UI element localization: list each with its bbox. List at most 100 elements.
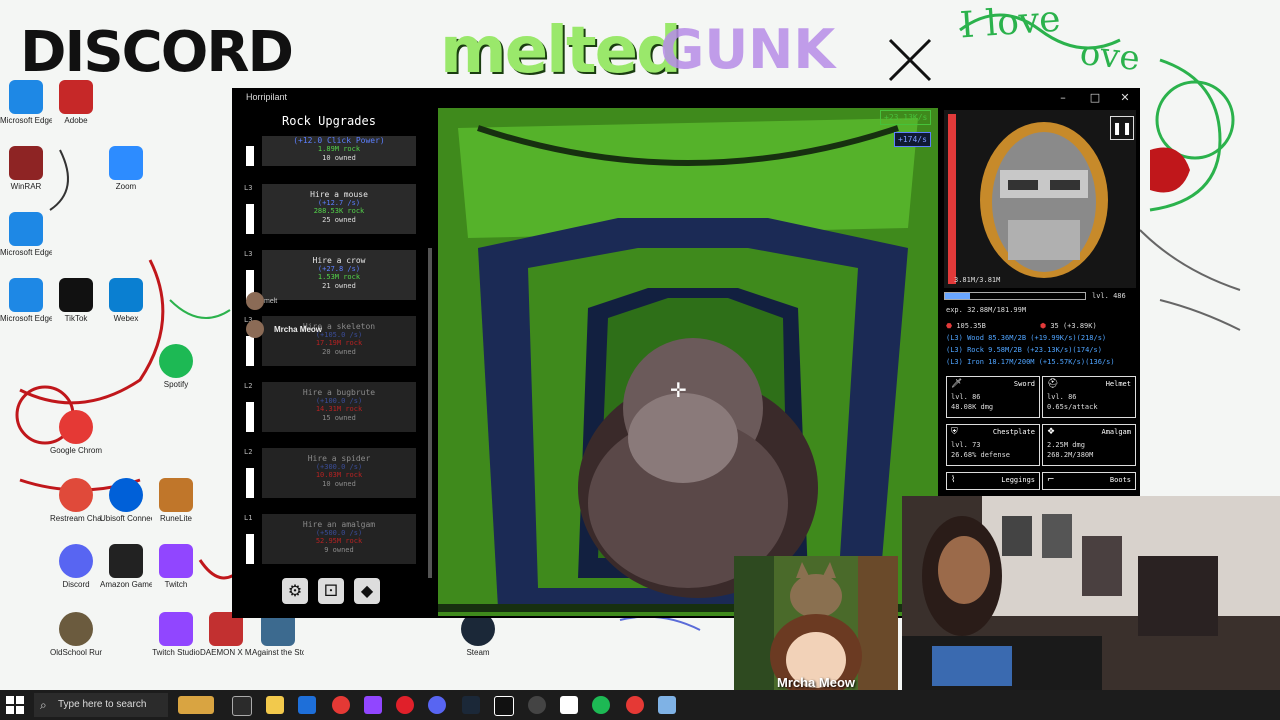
- banner-word-2: melted: [440, 14, 682, 88]
- cave-scene: [438, 108, 938, 616]
- gems-value: 35 (+3.89K): [1050, 322, 1097, 330]
- equip-boots[interactable]: ⌐ Boots: [1042, 472, 1136, 490]
- desktop-icon[interactable]: Ubisoft Connect: [100, 478, 152, 544]
- banner-word-3: GUNK: [660, 18, 836, 81]
- desktop-icon[interactable]: Adobe: [50, 80, 102, 146]
- upgrade-row[interactable]: L2 Hire a spider (+300.0 /s) 10.03M rock…: [242, 448, 432, 504]
- upgrade-row[interactable]: L1 Hire an amalgam (+500.0 /s) 52.95M ro…: [242, 514, 432, 570]
- chat-username: Mrcha Meow: [274, 325, 323, 334]
- desktop-icon[interactable]: Spotify: [150, 344, 202, 410]
- gear-icon[interactable]: ⚙: [282, 578, 308, 604]
- upgrade-level-bar: [246, 402, 254, 432]
- windows-start-icon[interactable]: [6, 696, 24, 714]
- desktop-icon[interactable]: RuneLite: [150, 478, 202, 544]
- panel-tab-icons: ⚙ ⚀ ◆: [282, 578, 422, 608]
- desktop-icon[interactable]: Amazon Games: [100, 544, 152, 610]
- search-icon: ⌕: [40, 698, 47, 712]
- desktop-icon[interactable]: WinRAR: [0, 146, 52, 212]
- desktop-icon[interactable]: Discord: [50, 544, 102, 610]
- rock-stat: (L3) Rock 9.58M/2B (+23.13K/s)(174/s): [946, 346, 1102, 354]
- desktop-icon[interactable]: Microsoft Edge: [0, 278, 52, 344]
- equip-helmet[interactable]: ⛑ Helmet lvl. 86 0.65s/attack: [1042, 376, 1136, 418]
- file-explorer-icon[interactable]: [266, 696, 284, 714]
- horripilant-icon[interactable]: [494, 696, 514, 716]
- upgrade-list-scrollbar[interactable]: [428, 248, 432, 578]
- xp-text: exp. 32.88M/181.99M: [946, 306, 1027, 314]
- taskbar: ⌕ Type here to search: [0, 690, 1280, 720]
- webcam-overlay: [902, 496, 1280, 696]
- helmet-icon: ⛑: [1047, 379, 1059, 389]
- obs-icon[interactable]: [528, 696, 546, 714]
- gems-stat: ⬢ 35 (+3.89K): [1040, 322, 1097, 330]
- steam-icon[interactable]: [462, 696, 480, 714]
- streamer-name: Mrcha Meow: [776, 675, 855, 690]
- hp-text: 3.81M/3.81M: [954, 276, 1001, 284]
- amalgam-icon: ❖: [1047, 427, 1056, 437]
- maximize-button[interactable]: □: [1082, 90, 1108, 106]
- upgrade-card[interactable]: Hire a mouse (+12.7 /s) 288.53K rock 25 …: [262, 184, 416, 234]
- pause-button[interactable]: ❚❚: [1110, 116, 1134, 140]
- pie-app-icon[interactable]: [178, 696, 214, 714]
- cursor-icon: ✛: [670, 378, 687, 402]
- desktop-icon[interactable]: Restream Chat: [50, 478, 102, 544]
- scribble-text-2: ove: [1078, 32, 1142, 80]
- gold-value: 105.35B: [956, 322, 986, 330]
- desktop-icon[interactable]: DAEMON X MACHINA: [200, 612, 252, 678]
- webcam-feed: [902, 496, 1280, 696]
- upgrades-panel-title: Rock Upgrades: [282, 114, 376, 128]
- chat-avatar: [246, 320, 264, 338]
- desktop-icon[interactable]: Microsoft Edge: [0, 80, 52, 146]
- chrome-icon[interactable]: [626, 696, 644, 714]
- upgrade-row[interactable]: L2 Hire a bugbrute (+100.0 /s) 14.31M ro…: [242, 382, 432, 438]
- upgrade-card[interactable]: Hire a spider (+300.0 /s) 10.03M rock 10…: [262, 448, 416, 498]
- gold-stat: ⬣ 105.35B: [946, 322, 986, 330]
- files-icon[interactable]: [658, 696, 676, 714]
- notion-icon[interactable]: [560, 696, 578, 714]
- desktop-icon[interactable]: Webex: [100, 278, 152, 344]
- taskbar-search-box[interactable]: ⌕ Type here to search: [34, 693, 168, 717]
- hero-portrait: 3.81M/3.81M ❚❚: [944, 110, 1136, 288]
- opera-icon[interactable]: [396, 696, 414, 714]
- click-rate-badge: +174/s: [894, 132, 931, 147]
- desktop-icon[interactable]: Twitch: [150, 544, 202, 610]
- window-titlebar: Horripilant – □ ✕: [232, 88, 1140, 108]
- chrome-icon[interactable]: [332, 696, 350, 714]
- leggings-icon: ⌇: [951, 475, 956, 485]
- discord-icon[interactable]: [428, 696, 446, 714]
- upgrade-card[interactable]: Hire a bugbrute (+100.0 /s) 14.31M rock …: [262, 382, 416, 432]
- desktop-icon[interactable]: Google Chrome: [50, 410, 102, 476]
- equip-sword[interactable]: 🗡 Sword lvl. 86 48.08K dmg: [946, 376, 1040, 418]
- upgrade-card[interactable]: Hire an amalgam (+500.0 /s) 52.95M rock …: [262, 514, 416, 564]
- desktop-icon[interactable]: OldSchool RuneScape: [50, 612, 102, 678]
- player-level: lvl. 486: [1092, 292, 1126, 300]
- task-view-icon[interactable]: [232, 696, 252, 716]
- sword-icon: 🗡: [951, 379, 963, 389]
- upgrade-level-bar: [246, 146, 254, 166]
- upgrade-row[interactable]: L3 Hire a mouse (+12.7 /s) 288.53K rock …: [242, 184, 432, 240]
- search-placeholder: Type here to search: [58, 699, 147, 710]
- upgrade-level-bar: [246, 534, 254, 564]
- outlook-icon[interactable]: [298, 696, 316, 714]
- desktop-icons: Microsoft Edge Adobe WinRAR Zoom Microso…: [0, 0, 240, 690]
- dice-icon[interactable]: ⚀: [318, 578, 344, 604]
- equip-amalgam[interactable]: ❖ Amalgam 2.25M dmg 268.2M/380M: [1042, 424, 1136, 466]
- close-button[interactable]: ✕: [1112, 90, 1138, 106]
- desktop-icon[interactable]: Twitch Studio: [150, 612, 202, 678]
- rock-playfield[interactable]: +23.13K/s +174/s ✛: [438, 108, 938, 616]
- desktop-icon[interactable]: Against the Storm: [252, 612, 304, 678]
- boots-icon: ⌐: [1047, 475, 1055, 485]
- status-panel: 3.81M/3.81M ❚❚ lvl. 486 exp. 32.88M/181.…: [944, 108, 1140, 490]
- spotify-icon[interactable]: [592, 696, 610, 714]
- desktop-icon[interactable]: TikTok: [50, 278, 102, 344]
- knight-helmet-icon: [944, 110, 1136, 288]
- equip-chestplate[interactable]: ⛨ Chestplate lvl. 73 26.68% defense: [946, 424, 1040, 466]
- desktop-icon[interactable]: Steam: [452, 612, 504, 678]
- twitch-icon[interactable]: [364, 696, 382, 714]
- upgrade-card[interactable]: (+12.0 Click Power) 1.89M rock 10 owned: [262, 136, 416, 166]
- minimize-button[interactable]: –: [1050, 90, 1076, 106]
- card-icon[interactable]: ◆: [354, 578, 380, 604]
- equip-leggings[interactable]: ⌇ Leggings: [946, 472, 1040, 490]
- chat-avatar: [246, 292, 264, 310]
- desktop-icon[interactable]: Microsoft Edge: [0, 212, 52, 278]
- desktop-icon[interactable]: Zoom: [100, 146, 152, 212]
